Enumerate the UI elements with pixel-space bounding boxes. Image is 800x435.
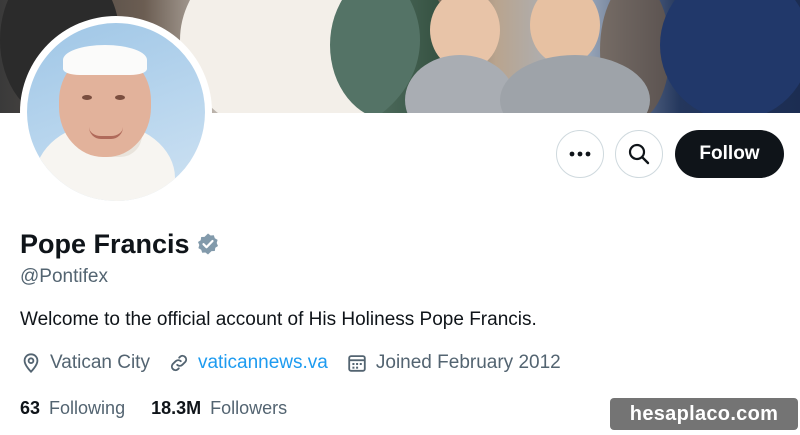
followers-stat[interactable]: 18.3M Followers bbox=[151, 398, 287, 419]
calendar-icon bbox=[348, 355, 366, 372]
joined-item: Joined February 2012 bbox=[346, 352, 561, 374]
following-label: Following bbox=[49, 398, 126, 418]
watermark: hesaplaco.com bbox=[610, 398, 798, 430]
website-link[interactable]: vaticannews.va bbox=[198, 352, 328, 374]
profile-meta: Vatican City vaticannews.va Joined Febru… bbox=[20, 352, 579, 374]
name-row: Pope Francis bbox=[20, 227, 220, 261]
profile-bio: Welcome to the official account of His H… bbox=[20, 309, 537, 330]
followers-label: Followers bbox=[210, 398, 288, 418]
profile-avatar[interactable] bbox=[20, 16, 212, 208]
joined-text: Joined February 2012 bbox=[375, 352, 561, 373]
profile-name: Pope Francis bbox=[20, 229, 190, 259]
following-stat[interactable]: 63 Following bbox=[20, 398, 125, 419]
more-options-icon bbox=[569, 151, 591, 157]
more-options-button[interactable] bbox=[556, 130, 604, 178]
link-icon bbox=[170, 354, 187, 372]
profile-stats: 63 Following 18.3M Followers bbox=[20, 398, 313, 419]
website-item[interactable]: vaticannews.va bbox=[168, 352, 328, 374]
following-count: 63 bbox=[20, 398, 41, 418]
search-button[interactable] bbox=[615, 130, 663, 178]
location-item: Vatican City bbox=[20, 352, 150, 374]
location-text: Vatican City bbox=[50, 352, 150, 373]
search-icon bbox=[628, 143, 650, 165]
followers-count: 18.3M bbox=[151, 398, 202, 418]
location-pin-icon bbox=[23, 353, 39, 374]
verified-badge-icon[interactable] bbox=[196, 232, 220, 256]
follow-button[interactable]: Follow bbox=[675, 130, 784, 178]
profile-handle: @Pontifex bbox=[20, 266, 108, 287]
